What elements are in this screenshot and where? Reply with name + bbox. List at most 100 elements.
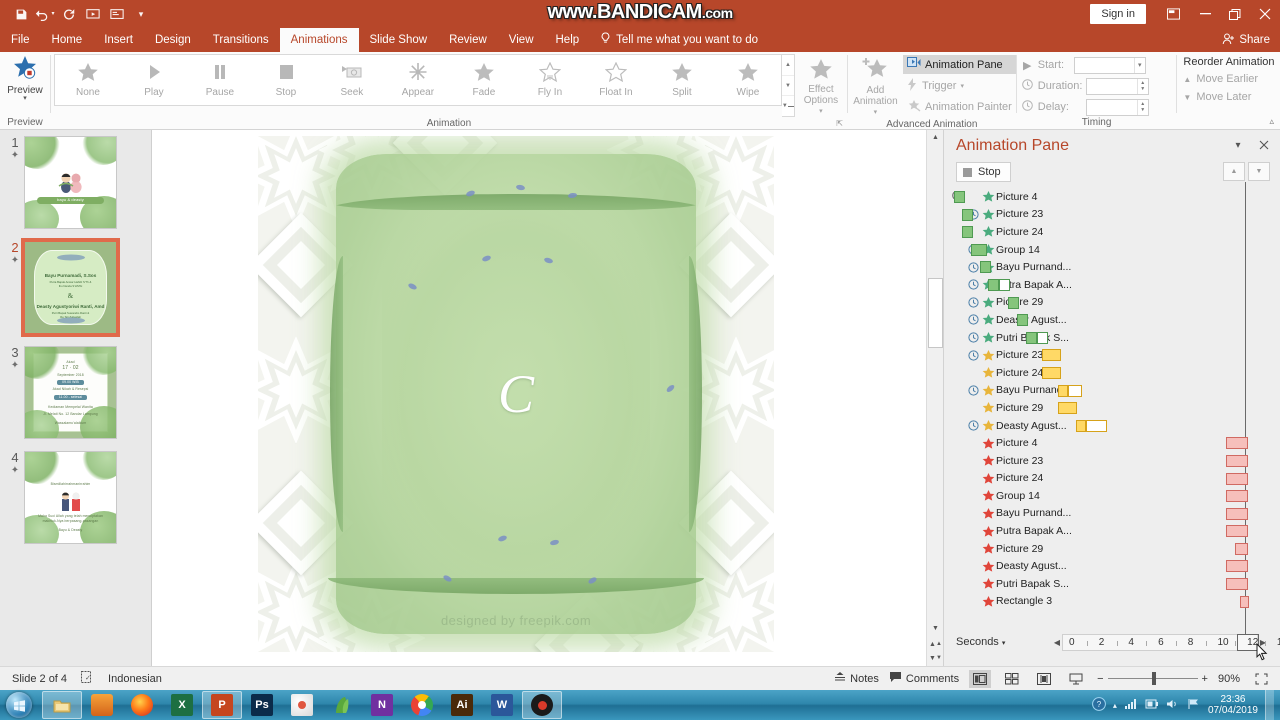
- animation-list-item[interactable]: Picture 23: [944, 206, 1280, 224]
- animation-split[interactable]: Split: [649, 55, 715, 105]
- thumbnail-slide-3[interactable]: 3 ✦ Akad 17 · 02 September 2018 09.00 WI…: [0, 346, 151, 439]
- minimize-icon[interactable]: [1190, 0, 1220, 28]
- ribbon-display-options-icon[interactable]: [1156, 0, 1190, 28]
- animation-timeline-bar[interactable]: [954, 191, 965, 203]
- animation-list-item[interactable]: Bayu Purnand...: [944, 382, 1280, 400]
- animation-list-item[interactable]: Picture 23: [944, 452, 1280, 470]
- animation-star-icon[interactable]: ✦: [6, 255, 24, 266]
- animation-timeline-bar[interactable]: [1226, 560, 1248, 573]
- scrollbar-thumb[interactable]: [928, 278, 943, 348]
- animation-fly-in[interactable]: Fly In: [517, 55, 583, 105]
- previous-slide-icon[interactable]: ▲ ▲: [927, 637, 944, 651]
- customize-qat-icon[interactable]: ▾: [130, 3, 152, 25]
- animation-timeline-bar[interactable]: [971, 243, 987, 256]
- taskbar-corel[interactable]: [322, 691, 362, 719]
- gallery-scroll-buttons[interactable]: ▲ ▼ ▼: [781, 54, 795, 117]
- tab-slide-show[interactable]: Slide Show: [359, 28, 439, 52]
- reading-view-icon[interactable]: [1033, 670, 1055, 688]
- current-slide-canvas[interactable]: C designed by freepik.com: [258, 136, 774, 652]
- effect-options-caret-icon[interactable]: ▾: [819, 106, 823, 117]
- zoom-level-label[interactable]: 90%: [1218, 673, 1240, 685]
- animation-float-in[interactable]: Float In: [583, 55, 649, 105]
- animation-pause[interactable]: Pause: [187, 55, 253, 105]
- show-hidden-icons-icon[interactable]: ▴: [1113, 701, 1117, 710]
- collapse-ribbon-icon[interactable]: ▵: [1269, 116, 1274, 127]
- animation-play[interactable]: Play: [121, 55, 187, 105]
- animation-list-item[interactable]: Group 14: [944, 241, 1280, 259]
- tab-view[interactable]: View: [498, 28, 545, 52]
- action-center-icon[interactable]: ?: [1092, 697, 1106, 713]
- animation-pane[interactable]: Animation Pane ▾ Stop ▲ ▼ 0Picture 4Pict…: [943, 130, 1280, 666]
- animation-timeline-bar[interactable]: [1058, 402, 1077, 415]
- restore-icon[interactable]: [1220, 0, 1250, 28]
- animation-seek[interactable]: Seek: [319, 55, 385, 105]
- animation-timeline-bar[interactable]: [1226, 507, 1248, 520]
- animation-timeline-bar[interactable]: [1058, 384, 1082, 397]
- next-slide-icon[interactable]: ▼ ▼: [927, 651, 944, 665]
- slide-thumbnail-pane[interactable]: 1 ✦ bayu & deasty 2 ✦ Bayu Purnamadi, S.…: [0, 130, 152, 666]
- animation-list-item[interactable]: Putra Bapak A...: [944, 522, 1280, 540]
- effect-options-button[interactable]: Effect Options ▾: [795, 54, 847, 117]
- redo-icon[interactable]: [58, 3, 80, 25]
- ruler-scroll-left-icon[interactable]: ◀: [1052, 638, 1062, 647]
- animation-list-item[interactable]: Picture 29: [944, 399, 1280, 417]
- animation-timeline-bar[interactable]: [1235, 542, 1248, 555]
- sign-in-button[interactable]: Sign in: [1090, 3, 1146, 25]
- animation-timeline-bar[interactable]: [1017, 314, 1028, 327]
- thumbnail-slide-4[interactable]: 4 ✦ Bismillahirrahmanirrahim Maha Suci A…: [0, 451, 151, 544]
- save-icon[interactable]: [10, 3, 32, 25]
- animation-pane-toggle[interactable]: Animation Pane: [903, 55, 1016, 74]
- animation-painter-button[interactable]: Animation Painter: [903, 97, 1016, 116]
- animation-list-item[interactable]: Putra Bapak A...: [944, 276, 1280, 294]
- taskbar-photoshop[interactable]: Ps: [242, 691, 282, 719]
- animation-list-item[interactable]: Deasty Agust...: [944, 311, 1280, 329]
- taskbar-excel[interactable]: X: [162, 691, 202, 719]
- slide-count-label[interactable]: Slide 2 of 4: [12, 673, 67, 685]
- tab-home[interactable]: Home: [41, 28, 94, 52]
- animation-list-item[interactable]: Picture 29: [944, 540, 1280, 558]
- start-caret-icon[interactable]: ▾: [1133, 57, 1145, 73]
- thumbnail-image[interactable]: bayu & deasty: [24, 136, 117, 229]
- animation-none[interactable]: None: [55, 55, 121, 105]
- zoom-thumb[interactable]: [1151, 672, 1156, 685]
- seconds-dropdown[interactable]: Seconds ▾: [956, 636, 1005, 648]
- taskbar-firefox[interactable]: [122, 691, 162, 719]
- flag-icon[interactable]: [1187, 698, 1201, 712]
- zoom-slider[interactable]: − +: [1097, 672, 1208, 685]
- move-down-icon[interactable]: ▼: [1248, 162, 1270, 181]
- animation-wipe[interactable]: Wipe: [715, 55, 781, 105]
- animation-list-item[interactable]: Group 14: [944, 487, 1280, 505]
- taskbar-chrome[interactable]: [402, 691, 442, 719]
- taskbar-paint[interactable]: [282, 691, 322, 719]
- tab-file[interactable]: File: [0, 28, 41, 52]
- add-animation-caret-icon[interactable]: ▾: [874, 107, 878, 118]
- share-button[interactable]: Share: [1222, 28, 1270, 52]
- animation-timeline-bar[interactable]: [1042, 349, 1061, 362]
- taskbar-word[interactable]: W: [482, 691, 522, 719]
- tab-design[interactable]: Design: [144, 28, 202, 52]
- animation-dialog-launcher-icon[interactable]: ⇱: [836, 119, 843, 128]
- normal-view-icon[interactable]: [969, 669, 992, 688]
- animation-list-item[interactable]: Deasty Agust...: [944, 417, 1280, 435]
- scroll-down-icon[interactable]: ▼: [927, 621, 944, 636]
- start-slideshow-icon[interactable]: [82, 3, 104, 25]
- delay-input[interactable]: ▲ ▼: [1085, 98, 1149, 116]
- animation-list-item[interactable]: Picture 23: [944, 346, 1280, 364]
- animation-timeline-bar[interactable]: [1226, 437, 1248, 450]
- animation-timeline-bar[interactable]: [962, 208, 973, 221]
- notes-button[interactable]: Notes: [834, 671, 879, 686]
- animation-list-item[interactable]: Bayu Purnand...: [944, 505, 1280, 523]
- animation-gallery[interactable]: None Play Pause Stop Seek Appear Fade Fl…: [53, 54, 782, 106]
- ruler-scroll-right-icon[interactable]: ▶: [1258, 638, 1268, 647]
- start-select[interactable]: ▾: [1073, 56, 1146, 74]
- gallery-scroll-down-icon[interactable]: ▼: [781, 76, 794, 97]
- comments-button[interactable]: Comments: [889, 671, 959, 686]
- gallery-more-icon[interactable]: ▼: [782, 96, 794, 116]
- undo-icon[interactable]: ▾: [34, 3, 56, 25]
- animation-star-icon[interactable]: ✦: [6, 465, 24, 476]
- trigger-button[interactable]: Trigger ▾: [903, 76, 1016, 95]
- animation-list-item[interactable]: Deasty Agust...: [944, 557, 1280, 575]
- animation-list-item[interactable]: Bayu Purnand...: [944, 258, 1280, 276]
- slide-sorter-icon[interactable]: [1001, 670, 1023, 688]
- animation-timeline-bar[interactable]: [1076, 419, 1107, 432]
